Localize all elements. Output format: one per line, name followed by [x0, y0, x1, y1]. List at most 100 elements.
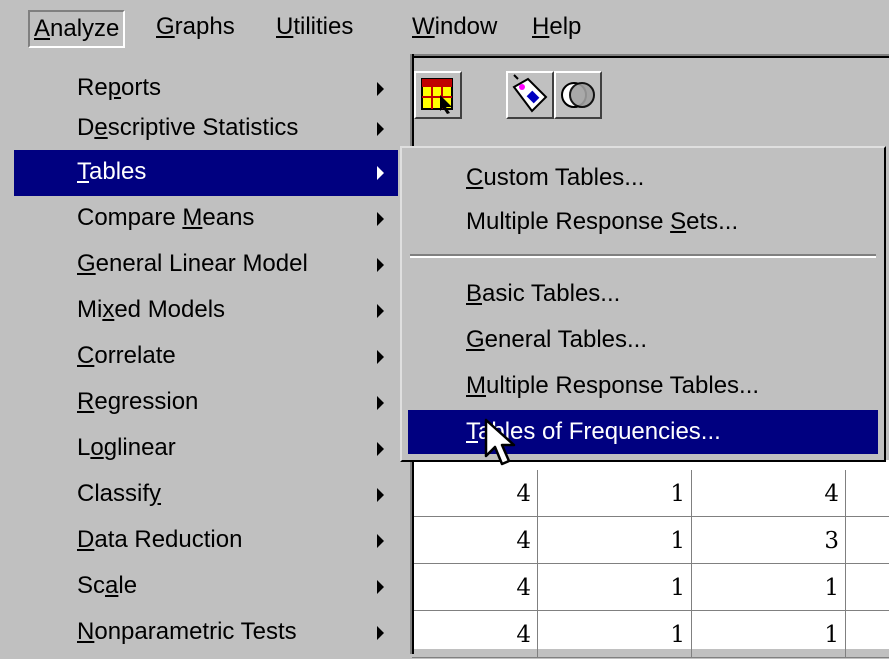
menu-separator: [410, 254, 876, 258]
grid-cell[interactable]: 1: [538, 611, 692, 657]
grid-cell[interactable]: 1: [538, 517, 692, 563]
menu-window-mnemonic: W: [412, 13, 435, 40]
menu-item-data-reduction[interactable]: Data Reduction: [14, 518, 398, 564]
menu-item-nonparametric-tests[interactable]: Nonparametric Tests: [14, 610, 398, 656]
menu-item-label: L: [77, 434, 91, 461]
menu-item-descriptive-statistics[interactable]: Descriptive Statistics: [14, 106, 398, 152]
menu-item-label: Classif: [77, 480, 150, 507]
toolbar: [412, 56, 889, 150]
menu-item-mnemonic: C: [77, 342, 95, 369]
submenu-item-label: Multiple Response: [466, 208, 671, 235]
menu-graphs-label: raphs: [174, 13, 235, 40]
menu-item-regression[interactable]: Regression: [14, 380, 398, 426]
submenu-arrow-icon: [377, 166, 384, 180]
menu-utilities[interactable]: Utilities: [272, 10, 357, 44]
menu-window-label: indow: [434, 13, 498, 40]
menu-graphs[interactable]: Graphs: [152, 10, 239, 44]
menu-item-scale[interactable]: Scale: [14, 564, 398, 610]
menu-item-mnemonic: T: [77, 158, 89, 185]
submenu-item-mnemonic: T: [466, 418, 478, 445]
menu-item-label: onparametric Tests: [94, 618, 297, 645]
menu-item-general-linear-model[interactable]: General Linear Model: [14, 242, 398, 288]
grid-cell[interactable]: 4: [692, 470, 846, 516]
grid-cell[interactable]: 1: [692, 611, 846, 657]
menu-window[interactable]: Window: [408, 10, 501, 44]
use-sets-icon[interactable]: [554, 71, 602, 119]
submenu-item-general-tables[interactable]: General Tables...: [408, 318, 878, 362]
menu-utilities-label: tilities: [293, 13, 354, 40]
grid-cell[interactable]: 1: [538, 470, 692, 516]
submenu-arrow-icon: [377, 212, 384, 226]
menu-item-label: Re: [77, 74, 108, 101]
menu-item-label: eneral Linear Model: [95, 250, 308, 277]
menu-help[interactable]: Help: [528, 10, 585, 44]
menu-item-mnemonic: G: [77, 250, 96, 277]
menu-item-correlate[interactable]: Correlate: [14, 334, 398, 380]
grid-cell[interactable]: 4: [412, 470, 538, 516]
menu-analyze-mnemonic: A: [34, 15, 51, 42]
submenu-item-mnemonic: B: [466, 280, 483, 307]
analyze-menu: Reports Descriptive Statistics Tables Co…: [0, 54, 414, 654]
menu-utilities-mnemonic: U: [276, 13, 294, 40]
menu-item-label: glinear: [103, 434, 176, 461]
submenu-item-mnemonic: G: [466, 326, 485, 353]
menu-item-label: ed Models: [114, 296, 226, 323]
table-row: 4 1 4: [412, 470, 889, 517]
menu-help-mnemonic: H: [532, 13, 550, 40]
submenu-item-label: ultiple Response Tables...: [486, 372, 760, 399]
submenu-item-label: eneral Tables...: [484, 326, 647, 353]
menu-item-label: scriptive Statistics: [107, 114, 299, 141]
submenu-item-mnemonic: S: [670, 208, 687, 235]
value-labels-icon[interactable]: [506, 71, 554, 119]
grid-cell[interactable]: 4: [412, 611, 538, 657]
grid-cell[interactable]: 1: [692, 564, 846, 610]
mouse-pointer-icon: [484, 418, 516, 466]
menu-item-label: Mi: [77, 296, 103, 323]
submenu-item-multiple-response-sets[interactable]: Multiple Response Sets...: [408, 200, 878, 244]
menu-item-label: ables: [89, 158, 147, 185]
menu-bar: Analyze Graphs Utilities Window Help: [0, 0, 889, 56]
grid-cell[interactable]: 4: [412, 564, 538, 610]
menu-item-mnemonic: x: [102, 296, 115, 323]
menu-analyze[interactable]: Analyze: [28, 10, 126, 48]
submenu-arrow-icon: [377, 304, 384, 318]
menu-item-label: egression: [94, 388, 199, 415]
submenu-arrow-icon: [377, 82, 384, 96]
data-editor-icon[interactable]: [414, 71, 462, 119]
menu-item-mnemonic: R: [77, 388, 95, 415]
tables-submenu: Custom Tables... Multiple Response Sets.…: [400, 146, 886, 462]
menu-item-label: D: [77, 114, 95, 141]
submenu-arrow-icon: [377, 442, 384, 456]
menu-item-compare-means[interactable]: Compare Means: [14, 196, 398, 242]
menu-item-mnemonic: e: [94, 114, 108, 141]
menu-item-label: Compare: [77, 204, 183, 231]
submenu-item-mnemonic: C: [466, 164, 484, 191]
submenu-arrow-icon: [377, 488, 384, 502]
menu-item-mnemonic: M: [182, 204, 203, 231]
submenu-item-label: ustom Tables...: [483, 164, 645, 191]
submenu-item-tables-of-frequencies[interactable]: Tables of Frequencies...: [408, 410, 878, 454]
menu-item-mixed-models[interactable]: Mixed Models: [14, 288, 398, 334]
menu-graphs-mnemonic: G: [156, 13, 175, 40]
submenu-item-basic-tables[interactable]: Basic Tables...: [408, 272, 878, 316]
submenu-arrow-icon: [377, 396, 384, 410]
menu-item-mnemonic: o: [90, 434, 104, 461]
submenu-item-multiple-response-tables[interactable]: Multiple Response Tables...: [408, 364, 878, 408]
menu-item-label: le: [118, 572, 138, 599]
menu-item-label: orts: [121, 74, 162, 101]
submenu-arrow-icon: [377, 580, 384, 594]
submenu-arrow-icon: [377, 626, 384, 640]
grid-cell[interactable]: 1: [538, 564, 692, 610]
submenu-arrow-icon: [377, 350, 384, 364]
menu-item-loglinear[interactable]: Loglinear: [14, 426, 398, 472]
menu-item-tables[interactable]: Tables: [14, 150, 398, 196]
submenu-item-label: asic Tables...: [482, 280, 621, 307]
grid-cell[interactable]: 3: [692, 517, 846, 563]
menu-item-classify[interactable]: Classify: [14, 472, 398, 518]
submenu-item-custom-tables[interactable]: Custom Tables...: [408, 156, 878, 200]
submenu-arrow-icon: [377, 122, 384, 136]
menu-analyze-label: nalyze: [50, 15, 120, 42]
grid-cell[interactable]: 4: [412, 517, 538, 563]
menu-item-label: ata Reduction: [94, 526, 243, 553]
menu-item-mnemonic: a: [105, 572, 119, 599]
